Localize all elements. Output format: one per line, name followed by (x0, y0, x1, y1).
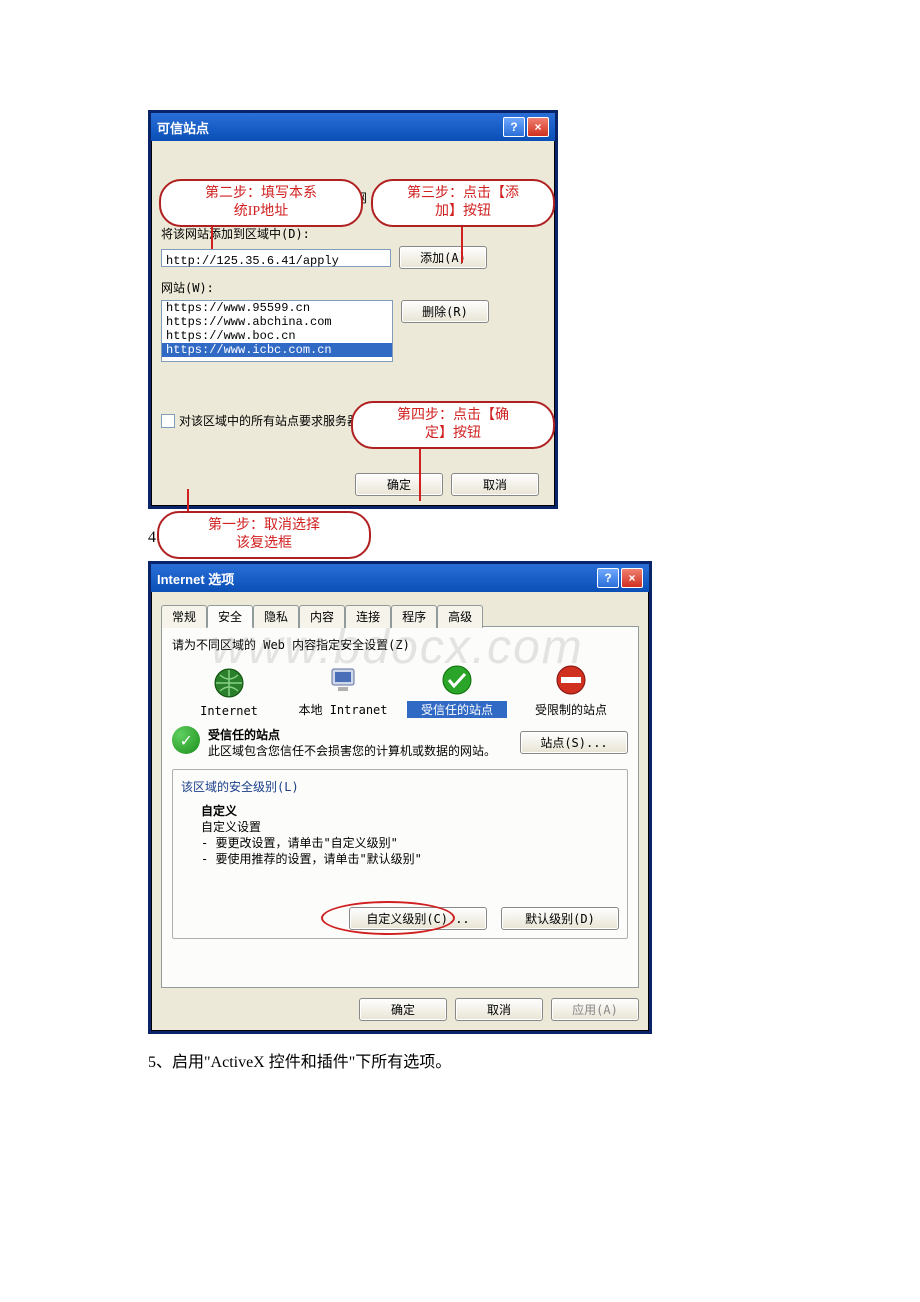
checkmark-circle-icon: ✓ (172, 726, 200, 754)
close-button[interactable]: × (527, 117, 549, 137)
zone-restricted[interactable]: 受限制的站点 (521, 663, 621, 718)
trusted-sites-dialog: 可信站点 ? × 第二步：填写本系 统IP地址 的网 第三步：点击【添 加】按钮… (148, 110, 558, 509)
tab-privacy[interactable]: 隐私 (253, 605, 299, 628)
custom-level-button[interactable]: 自定义级别(C)... (349, 907, 487, 930)
zone-intranet[interactable]: 本地 Intranet (293, 663, 393, 718)
zone-label: 受限制的站点 (521, 701, 621, 718)
level-line2: - 要更改设置，请单击"自定义级别" (201, 835, 619, 851)
ok-button[interactable]: 确定 (359, 998, 447, 1021)
websites-listbox[interactable]: https://www.95599.cn https://www.abchina… (161, 300, 393, 362)
checkbox-icon[interactable] (161, 414, 175, 428)
websites-label: 网站(W): (161, 279, 545, 296)
tab-security[interactable]: 安全 (207, 605, 253, 628)
callout-step1: 第一步：取消选择 该复选框 (157, 511, 371, 559)
connector-line (419, 447, 421, 501)
zone-label: 受信任的站点 (407, 701, 507, 718)
sites-button[interactable]: 站点(S)... (520, 731, 628, 754)
zone-trusted[interactable]: 受信任的站点 (407, 663, 507, 718)
default-level-button[interactable]: 默认级别(D) (501, 907, 619, 930)
help-button[interactable]: ? (503, 117, 525, 137)
level-line3: - 要使用推荐的设置，请单击"默认级别" (201, 851, 619, 867)
callout-step3: 第三步：点击【添 加】按钮 (371, 179, 555, 227)
callout-step2: 第二步：填写本系 统IP地址 (159, 179, 363, 227)
no-entry-icon (554, 663, 588, 697)
add-label: 将该网站添加到区域中(D): (161, 225, 545, 242)
connector-line (211, 225, 213, 249)
globe-icon (212, 666, 246, 700)
tab-content[interactable]: 内容 (299, 605, 345, 628)
add-website-input[interactable]: http://125.35.6.41/apply (161, 249, 391, 267)
dialog-body: www.bdocx.com 常规 安全 隐私 内容 连接 程序 高级 请为不同区… (151, 592, 649, 1031)
cancel-button[interactable]: 取消 (451, 473, 539, 496)
close-button[interactable]: × (621, 568, 643, 588)
dialog-title: Internet 选项 (157, 569, 234, 588)
apply-button[interactable]: 应用(A) (551, 998, 639, 1021)
level-line1: 自定义设置 (201, 819, 619, 835)
tabstrip: 常规 安全 隐私 内容 连接 程序 高级 (161, 604, 639, 627)
list-item[interactable]: https://www.boc.cn (162, 329, 392, 343)
dialog-title: 可信站点 (157, 118, 209, 137)
trusted-zone-detail: ✓ 受信任的站点 此区域包含您信任不会损害您的计算机或数据的网站。 站点(S).… (172, 726, 628, 759)
list-item[interactable]: https://www.abchina.com (162, 315, 392, 329)
instruction-line-5: 5、启用"ActiveX 控件和插件"下所有选项。 (148, 1048, 920, 1072)
level-custom-title: 自定义 (201, 803, 619, 819)
callout-step4: 第四步：点击【确 定】按钮 (351, 401, 555, 449)
dialog-buttons: 确定 取消 应用(A) (161, 998, 639, 1021)
titlebar[interactable]: 可信站点 ? × (151, 113, 555, 141)
add-button[interactable]: 添加(A) (399, 246, 487, 269)
dialog-body: 第二步：填写本系 统IP地址 的网 第三步：点击【添 加】按钮 第四步：点击【确… (151, 141, 555, 506)
connector-line (187, 489, 189, 511)
connector-line (461, 225, 463, 263)
security-level-group: 该区域的安全级别(L) 自定义 自定义设置 - 要更改设置，请单击"自定义级别"… (172, 769, 628, 939)
tab-connections[interactable]: 连接 (345, 605, 391, 628)
zone-label: Internet (179, 704, 279, 718)
checkmark-circle-icon (440, 663, 474, 697)
tab-advanced[interactable]: 高级 (437, 605, 483, 628)
list-item[interactable]: https://www.95599.cn (162, 301, 392, 315)
list-item[interactable]: https://www.icbc.com.cn (162, 343, 392, 357)
remove-button[interactable]: 删除(R) (401, 300, 489, 323)
security-tabpanel: 请为不同区域的 Web 内容指定安全设置(Z) Internet (161, 626, 639, 988)
zone-internet[interactable]: Internet (179, 666, 279, 718)
zone-icons-row: Internet 本地 Intranet (172, 663, 628, 718)
internet-options-dialog: Internet 选项 ? × www.bdocx.com 常规 安全 隐私 内… (148, 561, 652, 1034)
trusted-title: 受信任的站点 (208, 726, 512, 743)
zone-label: 本地 Intranet (293, 701, 393, 718)
tab-programs[interactable]: 程序 (391, 605, 437, 628)
trusted-desc: 此区域包含您信任不会损害您的计算机或数据的网站。 (208, 743, 512, 759)
titlebar[interactable]: Internet 选项 ? × (151, 564, 649, 592)
tab-general[interactable]: 常规 (161, 605, 207, 628)
help-button[interactable]: ? (597, 568, 619, 588)
computer-icon (326, 663, 360, 697)
ok-button[interactable]: 确定 (355, 473, 443, 496)
cancel-button[interactable]: 取消 (455, 998, 543, 1021)
group-title: 该区域的安全级别(L) (181, 778, 619, 795)
zone-prompt: 请为不同区域的 Web 内容指定安全设置(Z) (172, 637, 628, 653)
